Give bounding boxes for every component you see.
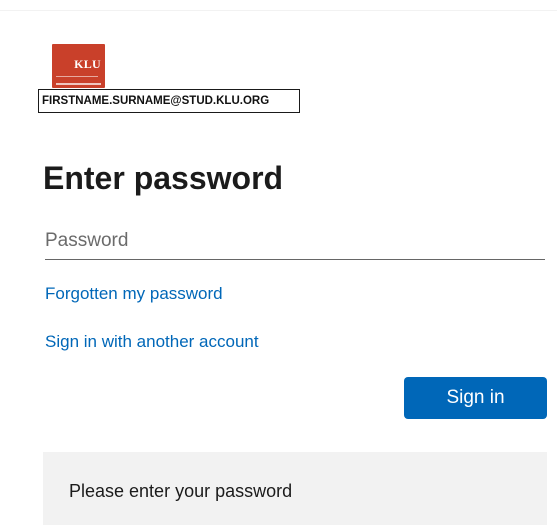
account-identity: FIRSTNAME.SURNAME@STUD.KLU.ORG <box>38 89 300 113</box>
other-account-link[interactable]: Sign in with another account <box>45 332 259 352</box>
forgot-password-link[interactable]: Forgotten my password <box>45 284 223 304</box>
message-box: Please enter your password <box>43 452 547 525</box>
klu-logo: KLU <box>52 44 105 88</box>
top-divider <box>0 10 557 11</box>
logo-line <box>56 76 98 77</box>
message-text: Please enter your password <box>69 481 293 501</box>
sign-in-button[interactable]: Sign in <box>404 377 547 419</box>
logo-text: KLU <box>74 57 101 71</box>
page-title: Enter password <box>43 160 284 196</box>
logo-bar <box>56 83 101 85</box>
password-input[interactable] <box>45 222 545 260</box>
